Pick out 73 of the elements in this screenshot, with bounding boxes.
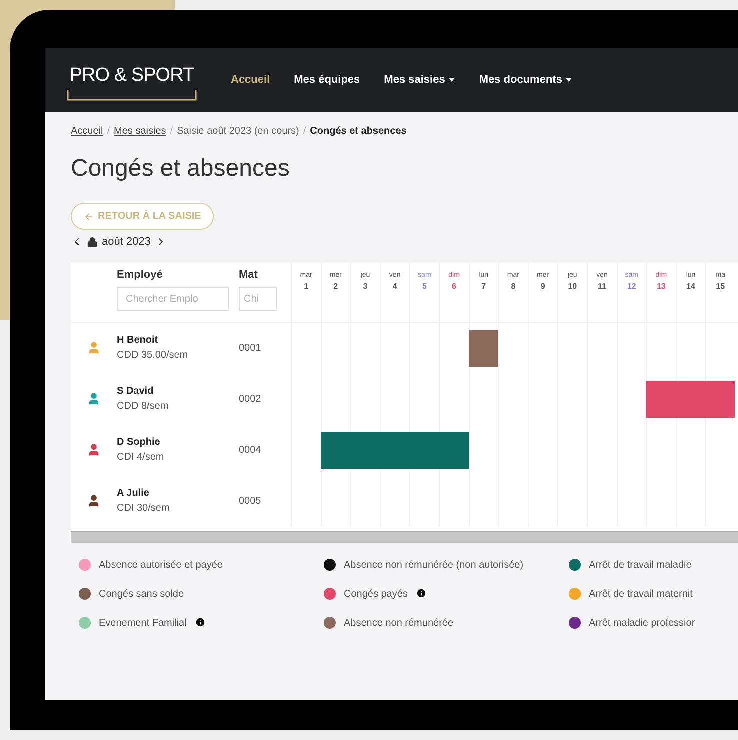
employee-contract: CDI 30/sem (117, 502, 171, 516)
employee-name: D Sophie (117, 436, 162, 450)
day-number: 1 (304, 281, 309, 293)
legend-label: Evenement Familial (99, 616, 187, 630)
day-number: 5 (422, 281, 427, 293)
breadcrumb-separator: / (303, 125, 306, 139)
info-icon[interactable] (194, 616, 206, 628)
arrow-left-icon (84, 212, 94, 222)
logo: PRO & SPORT (57, 58, 207, 102)
legend-label: Arrêt de travail maladie (589, 558, 692, 572)
absence-block[interactable] (468, 330, 498, 366)
breadcrumb-item: Saisie août 2023 (en cours) (177, 125, 300, 139)
nav-link[interactable]: Mes documents (479, 72, 572, 88)
search-field[interactable]: Chi (239, 287, 277, 311)
day-cell[interactable] (705, 374, 735, 424)
horizontal-scrollbar[interactable] (71, 530, 738, 542)
lock-icon (87, 236, 98, 248)
day-number: 4 (392, 281, 398, 293)
employee-number: 0001 (239, 342, 262, 356)
day-number: 11 (598, 281, 606, 293)
breadcrumb-separator: / (107, 125, 110, 139)
employee-name: A Julie (117, 487, 150, 501)
info-icon[interactable] (416, 588, 427, 598)
day-cell[interactable] (676, 374, 706, 424)
breadcrumb-link[interactable]: Accueil (71, 124, 104, 139)
day-number: 10 (568, 281, 578, 293)
day-cell[interactable] (646, 374, 676, 424)
employee-number: 0002 (239, 392, 262, 406)
breadcrumb-item: Congés et absences (310, 125, 407, 139)
legend-label: Arrêt de travail maternit (589, 588, 693, 600)
day-cell[interactable] (438, 424, 469, 476)
day-number: 8 (511, 281, 516, 293)
employee-name: H Benoit (117, 334, 160, 348)
day-cell[interactable] (380, 424, 410, 476)
day-cell[interactable] (320, 424, 350, 476)
day-number: 6 (452, 281, 456, 293)
day-number: 3 (363, 281, 368, 293)
legend-label: Arrêt maladie professior (589, 616, 696, 630)
employee-name: S David (117, 385, 155, 399)
legend-label: Absence non rémunérée (non autorisée) (344, 558, 524, 572)
day-number: 15 (716, 281, 726, 293)
search-field[interactable]: Chercher Emplo (117, 287, 229, 311)
legend-label: Congés payés (344, 588, 408, 600)
nav-link[interactable]: Mes saisies (384, 72, 456, 88)
day-number: 7 (482, 281, 486, 293)
day-number: 12 (627, 281, 636, 293)
legend-label: Absence autorisée et payée (99, 558, 223, 572)
absence-block[interactable] (320, 432, 350, 468)
employee-number: 0005 (239, 494, 262, 508)
employee-number: 0004 (239, 444, 262, 458)
page-title: Congés et absences (71, 154, 291, 184)
breadcrumb-separator: / (170, 125, 174, 139)
column-header: Mat (239, 268, 259, 282)
day-number: 2 (334, 281, 338, 293)
nav-link[interactable]: Accueil (231, 72, 270, 88)
logo-bracket-icon (67, 90, 197, 102)
day-cell[interactable] (350, 424, 380, 476)
breadcrumb-link[interactable]: Mes saisies (114, 124, 166, 139)
legend-label: Congés sans solde (99, 588, 184, 600)
caret-icon (449, 78, 456, 82)
employee-contract: CDD 8/sem (117, 400, 170, 414)
month-label: août 2023 (102, 235, 151, 250)
day-cell[interactable] (468, 322, 498, 374)
day-number: 13 (656, 281, 666, 293)
employee-contract: CDI 4/sem (117, 451, 166, 465)
employee-contract: CDD 35.00/sem (117, 349, 190, 363)
nav-link[interactable]: Mes équipes (294, 72, 360, 88)
legend-label: Absence non rémunérée (344, 616, 454, 630)
caret-icon (566, 78, 572, 82)
column-header: Employé (117, 268, 164, 282)
day-number: 14 (686, 281, 696, 293)
day-cell[interactable] (409, 424, 439, 476)
day-number: 9 (540, 281, 546, 293)
